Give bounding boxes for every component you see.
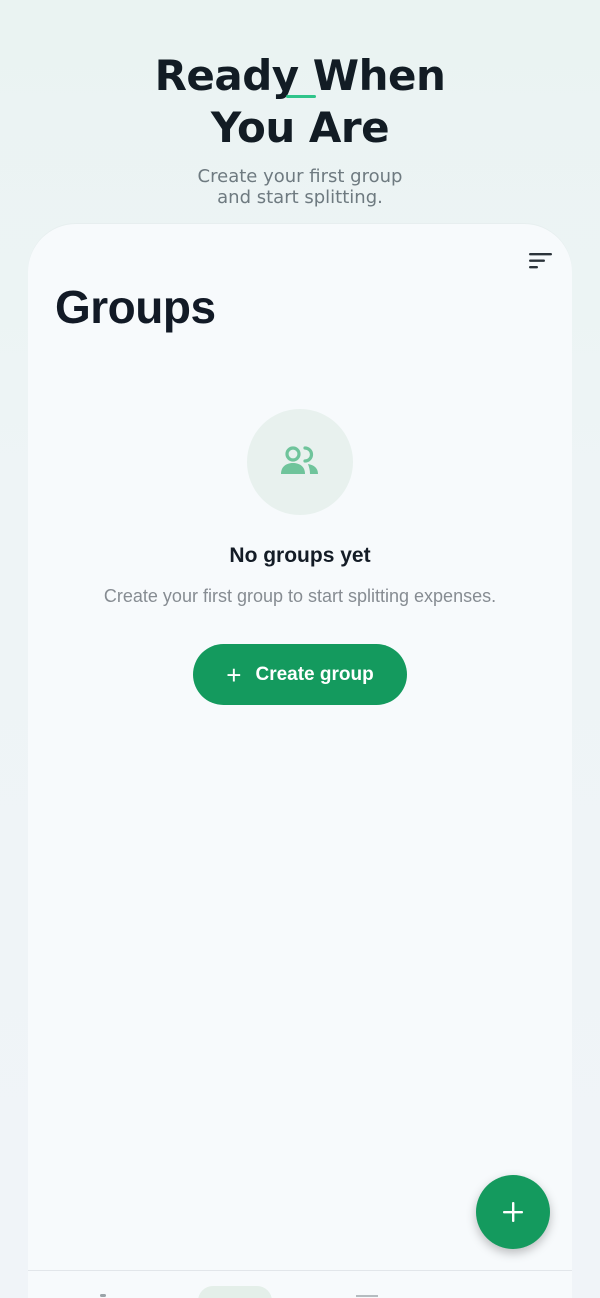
- nav-item-home-icon[interactable]: [100, 1294, 106, 1297]
- hero-title: Ready When You Are: [0, 50, 600, 154]
- empty-state-title: No groups yet: [229, 544, 371, 567]
- hero-subtitle: Create your first group and start splitt…: [0, 166, 600, 208]
- phone-screen: Groups No groups yet Create your first g…: [28, 224, 572, 1298]
- empty-state-icon-circle: [247, 409, 353, 515]
- create-group-label: Create group: [255, 663, 374, 685]
- hero-subtitle-line2: and start splitting.: [217, 187, 383, 208]
- add-fab-button[interactable]: [476, 1175, 550, 1249]
- hero-title-line2: You Are: [210, 103, 390, 152]
- plus-icon: +: [226, 659, 242, 690]
- create-group-button[interactable]: + Create group: [193, 644, 407, 705]
- people-icon: [281, 446, 318, 474]
- page-title: Groups: [55, 281, 216, 333]
- sort-button[interactable]: [526, 248, 556, 274]
- hero-section: Ready When You Are Create your first gro…: [0, 50, 600, 208]
- bottom-nav-divider: [28, 1270, 572, 1271]
- accent-underline: [286, 95, 316, 98]
- empty-state-description: Create your first group to start splitti…: [103, 586, 497, 606]
- sort-icon: [529, 253, 552, 269]
- nav-item-activity-icon[interactable]: [356, 1295, 378, 1297]
- hero-subtitle-line1: Create your first group: [197, 166, 403, 187]
- plus-icon: [503, 1202, 523, 1222]
- nav-item-groups-active[interactable]: [198, 1286, 272, 1298]
